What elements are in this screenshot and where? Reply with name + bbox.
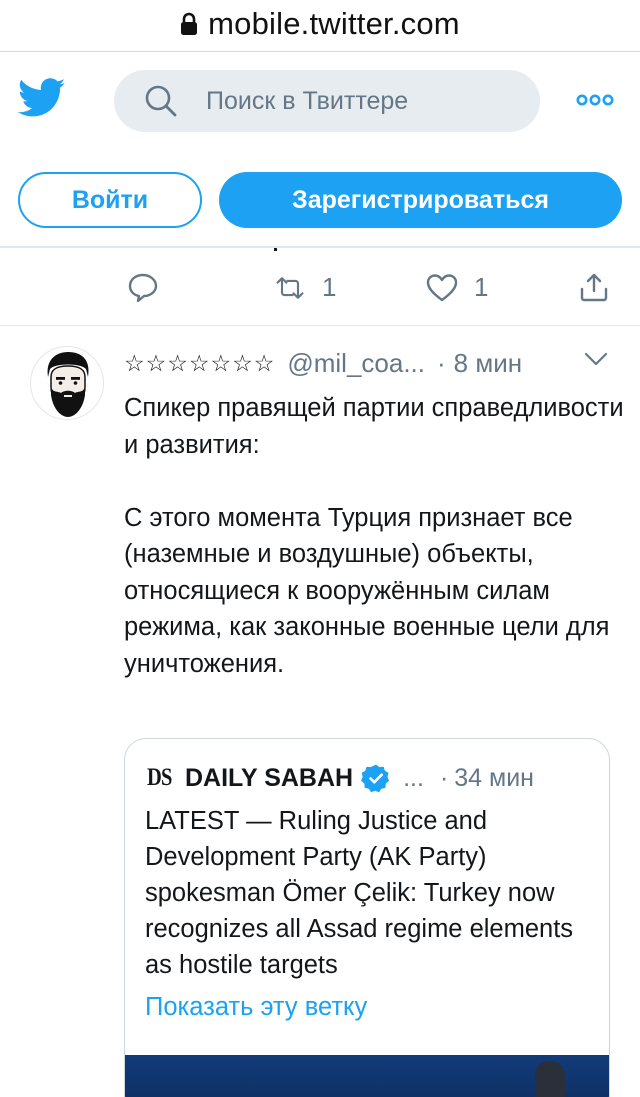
retweet-button[interactable]: 1 (274, 272, 336, 303)
tweet-header: ☆☆☆☆☆☆☆ @mil_coa... · 8 мин (124, 348, 522, 379)
verified-badge-icon (361, 764, 390, 793)
signup-button[interactable]: Зарегистрироваться (219, 172, 622, 228)
retweet-icon (276, 276, 304, 299)
quoted-tweet-text: LATEST — Ruling Justice and Development … (145, 807, 574, 979)
like-button[interactable]: 1 (426, 272, 488, 303)
tweet[interactable]: ☆☆☆☆☆☆☆ @mil_coa... · 8 мин Спикер правя… (0, 326, 640, 1097)
author-name[interactable]: ☆☆☆☆☆☆☆ (124, 350, 275, 377)
daily-sabah-logo: DS (147, 764, 172, 791)
url-text: mobile.twitter.com (208, 5, 460, 41)
share-button[interactable] (578, 272, 610, 302)
quoted-media-image[interactable] (125, 1055, 609, 1097)
browser-url-bar[interactable]: mobile.twitter.com (0, 0, 640, 52)
twitter-logo-icon[interactable] (18, 78, 66, 118)
quoted-handle-ellipsis: ... (403, 763, 424, 792)
heart-icon (426, 273, 458, 301)
search-input[interactable]: Поиск в Твиттере (114, 70, 540, 132)
bearded-man-avatar-icon (47, 352, 89, 417)
chevron-down-icon[interactable] (584, 352, 608, 366)
tweet-text: Спикер правящей партии справедливости и … (124, 394, 624, 678)
quoted-separator: · (439, 763, 449, 792)
quoted-author-name: DAILY SABAH (185, 763, 354, 792)
search-icon (145, 85, 177, 117)
show-thread-link[interactable]: Показать эту ветку (145, 993, 367, 1022)
more-options-icon[interactable] (576, 92, 614, 108)
author-handle[interactable]: @mil_coa... (287, 348, 425, 379)
lock-icon (181, 12, 198, 35)
media-figure (535, 1061, 565, 1097)
reply-icon (128, 273, 158, 302)
quoted-tweet-header: DS DAILY SABAH ... · 34 мин (147, 763, 534, 793)
share-icon (580, 273, 608, 302)
search-placeholder: Поиск в Твиттере (206, 86, 409, 115)
header-separator: · (437, 348, 446, 378)
previous-tweet-actions: 1 1 (0, 248, 640, 326)
avatar[interactable] (30, 346, 104, 420)
top-header: Поиск в Твиттере Войти Зарегистрироватьс… (0, 52, 640, 248)
login-button[interactable]: Войти (18, 172, 202, 228)
retweet-count: 1 (322, 272, 337, 302)
quoted-timestamp: 34 мин (454, 763, 534, 792)
truncated-text-dot (274, 248, 277, 251)
like-count: 1 (474, 272, 489, 302)
tweet-timestamp[interactable]: 8 мин (454, 348, 522, 379)
quoted-tweet[interactable]: DS DAILY SABAH ... · 34 мин LATEST — Rul… (124, 738, 610, 1097)
reply-button[interactable] (127, 272, 159, 302)
